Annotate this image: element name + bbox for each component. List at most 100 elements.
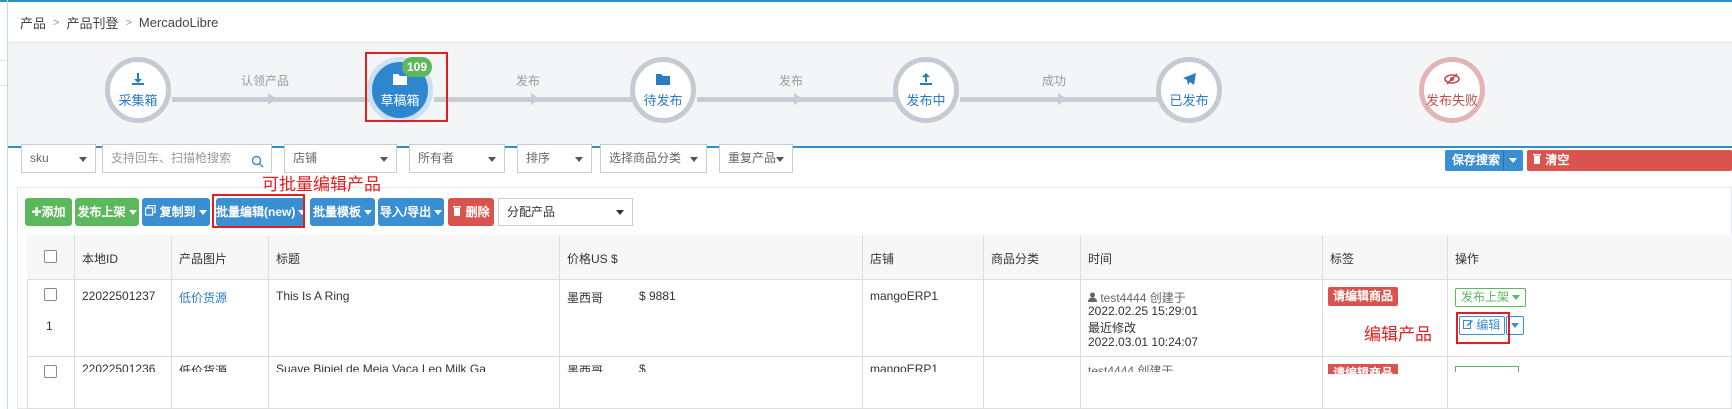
caret-down-icon <box>364 210 372 216</box>
transition-label: 发布 <box>779 74 804 88</box>
download-icon <box>131 72 145 89</box>
step-pending-publish[interactable]: 待发布 <box>630 57 696 123</box>
status-badge: 请编辑商品 <box>1328 364 1399 374</box>
header-local-id: 本地ID <box>82 252 119 266</box>
row-index: 1 <box>46 319 53 333</box>
search-input[interactable]: 支持回车、扫描枪搜索 <box>102 144 272 173</box>
batch-template-label: 批量模板 <box>312 205 361 219</box>
step-label: 发布中 <box>906 92 946 108</box>
store-select[interactable]: 店铺 <box>284 144 397 173</box>
row-title: Suave Bipiel de Meia Vaca Leo Milk Ga <box>276 362 486 372</box>
caret-down-icon <box>616 210 624 215</box>
save-search-dropdown[interactable] <box>1503 150 1523 171</box>
header-product-image: 产品图片 <box>179 252 228 266</box>
step-label: 已发布 <box>1169 92 1209 108</box>
add-button[interactable]: ✚添加 <box>25 198 72 226</box>
row-publish-label: 发布上架 <box>1461 290 1510 304</box>
delete-button[interactable]: 删除 <box>448 198 494 226</box>
annotation-batch-edit: 可批量编辑产品 <box>262 175 381 194</box>
row-country: 墨西哥 <box>567 364 604 372</box>
row-title: This Is A Ring <box>276 289 350 303</box>
transition-label: 发布 <box>516 74 541 88</box>
save-search-button[interactable]: 保存搜索 <box>1445 150 1523 171</box>
highlight-box <box>212 194 305 228</box>
step-label: 发布失败 <box>1425 92 1478 108</box>
left-divider <box>0 85 7 86</box>
import-export-label: 导入/导出 <box>379 205 432 219</box>
category-select[interactable]: 选择商品分类 <box>600 144 707 173</box>
row-created-time: 2022.02.25 15:29:01 <box>1088 304 1199 318</box>
breadcrumb-item-listing[interactable]: 产品刊登 <box>66 13 118 32</box>
category-select-value: 选择商品分类 <box>609 151 682 165</box>
chevron-right-icon: > <box>53 16 60 29</box>
left-divider <box>0 60 7 61</box>
row-checkbox[interactable] <box>44 365 57 378</box>
step-publishing[interactable]: 发布中 <box>893 57 959 123</box>
row-creator: test4444 创建于 <box>1088 364 1174 372</box>
row-price: $ 9881 <box>639 289 676 303</box>
step-collection-box[interactable]: 采集箱 <box>105 57 171 123</box>
column-divider <box>1322 235 1323 409</box>
header-title: 标题 <box>276 252 301 266</box>
search-placeholder: 支持回车、扫描枪搜索 <box>111 151 232 165</box>
row-checkbox[interactable] <box>44 288 57 301</box>
arrow-right-icon <box>1058 93 1067 105</box>
breadcrumb-item-products[interactable]: 产品 <box>20 13 46 32</box>
folder-icon <box>655 72 671 89</box>
save-search-label: 保存搜索 <box>1452 153 1501 167</box>
row-image-link[interactable]: 低价货源 <box>179 289 227 306</box>
select-all-checkbox[interactable] <box>44 250 57 263</box>
copy-to-button[interactable]: 复制到 <box>142 198 210 226</box>
plus-icon: ✚ <box>31 205 42 219</box>
batch-template-button[interactable]: 批量模板 <box>310 198 375 226</box>
assign-product-select[interactable]: 分配产品 <box>498 198 633 226</box>
row-country: 墨西哥 <box>567 291 604 305</box>
send-icon <box>1182 72 1197 89</box>
sku-select[interactable]: sku <box>21 144 96 173</box>
arrow-right-icon <box>531 93 540 105</box>
row-modified-label: 最近修改 <box>1088 321 1137 335</box>
duplicate-filter-button[interactable]: 重复产品 <box>719 144 793 173</box>
copy-icon <box>145 204 159 219</box>
header-store: 店铺 <box>870 252 895 266</box>
caret-down-icon <box>776 157 784 162</box>
row-publish-button[interactable]: 发布上架 <box>1455 288 1527 307</box>
column-divider <box>983 235 984 409</box>
step-label: 采集箱 <box>118 92 158 108</box>
row-modified-time: 2022.03.01 10:24:07 <box>1088 335 1199 349</box>
column-divider <box>74 235 75 409</box>
caret-down-icon <box>690 157 698 162</box>
step-label: 待发布 <box>643 92 683 108</box>
header-category: 商品分类 <box>991 252 1040 266</box>
highlight-box <box>1456 312 1510 344</box>
store-select-value: 店铺 <box>293 151 318 165</box>
column-divider <box>171 235 172 409</box>
delete-label: 删除 <box>465 205 490 219</box>
owner-select[interactable]: 所有者 <box>409 144 505 173</box>
column-divider <box>559 235 560 409</box>
transition-label: 成功 <box>1042 74 1067 88</box>
step-published[interactable]: 已发布 <box>1156 57 1222 123</box>
row-store: mangoERP1 <box>870 362 939 372</box>
owner-select-value: 所有者 <box>418 151 455 165</box>
step-publish-failed[interactable]: 发布失败 <box>1419 57 1485 123</box>
import-export-button[interactable]: 导入/导出 <box>378 198 444 226</box>
publish-label: 发布上架 <box>77 205 126 219</box>
clear-label: 清空 <box>1545 153 1570 167</box>
caret-down-icon <box>488 157 496 162</box>
row-publish-button[interactable] <box>1455 366 1519 372</box>
add-label: 添加 <box>41 205 66 219</box>
assign-product-value: 分配产品 <box>507 205 556 219</box>
annotation-edit-product: 编辑产品 <box>1364 325 1432 344</box>
transition-label: 认领产品 <box>241 74 290 88</box>
clear-button[interactable]: 清空 <box>1527 150 1732 171</box>
caret-down-icon <box>575 157 583 162</box>
sort-select[interactable]: 排序 <box>517 144 592 173</box>
row-divider <box>27 356 1732 357</box>
publish-button[interactable]: 发布上架 <box>75 198 139 226</box>
eye-slash-icon <box>1444 72 1460 89</box>
caret-down-icon <box>128 210 137 216</box>
row-image-link[interactable]: 低价货源 <box>179 362 227 372</box>
caret-down-icon <box>1511 323 1519 329</box>
trash-icon <box>1532 153 1545 167</box>
